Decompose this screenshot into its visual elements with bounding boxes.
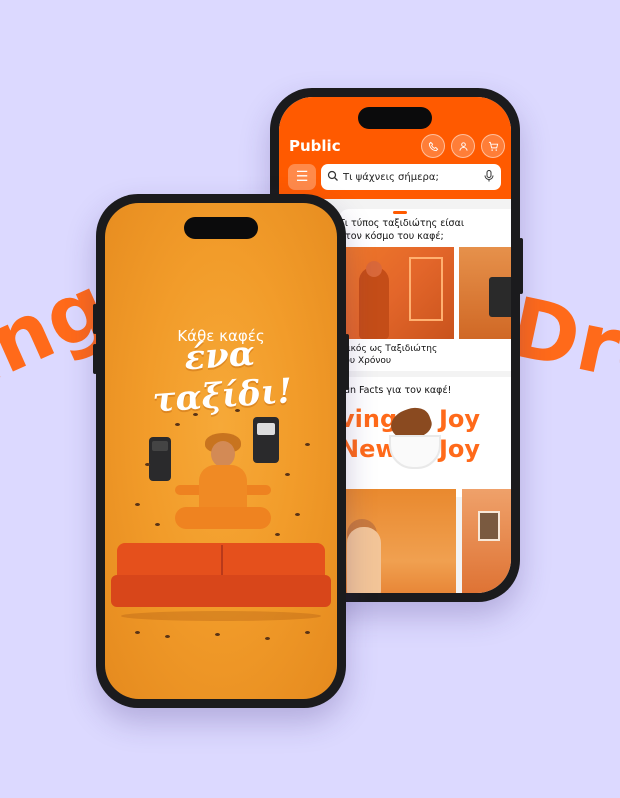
- coffee-machine-left: [149, 437, 171, 481]
- man-head: [211, 441, 235, 467]
- coffee-machine-right: [253, 417, 279, 463]
- dynamic-island: [358, 107, 432, 129]
- side-button: [93, 344, 97, 374]
- story-images[interactable]: [339, 489, 511, 593]
- levitating-man-illustration: [105, 403, 337, 699]
- quiz-image-woman[interactable]: [339, 247, 454, 339]
- sofa-seat: [111, 575, 331, 607]
- coffee-cup-icon: [389, 435, 441, 469]
- banner-word: ving: [339, 405, 398, 433]
- story-image-woman[interactable]: [339, 489, 456, 593]
- search-bar[interactable]: [321, 164, 501, 190]
- public-logo[interactable]: Public: [289, 137, 341, 155]
- banner-word: Joy: [439, 405, 481, 433]
- dynamic-island: [184, 217, 258, 239]
- user-icon[interactable]: [451, 134, 475, 158]
- side-button: [345, 334, 349, 390]
- man-legs: [175, 507, 271, 529]
- phone-icon[interactable]: [421, 134, 445, 158]
- background-word-right: Dre: [502, 280, 620, 408]
- banner-word: Joy: [439, 435, 481, 463]
- fun-facts-banner[interactable]: ving Joy New Joy: [339, 405, 489, 481]
- quiz-card-caption: ...ικός ως Ταξιδιώτης του Χρόνου: [339, 344, 438, 366]
- quiz-image-coffee-machine[interactable]: [459, 247, 511, 339]
- sofa-shadow: [121, 611, 321, 621]
- fun-facts-card[interactable]: Fun Facts για τον καφέ! ving Joy New Joy: [339, 377, 511, 497]
- quiz-card-title: Τι τύπος ταξιδιώτης είσαι στον κόσμο του…: [339, 218, 465, 242]
- side-button: [93, 304, 97, 334]
- story-image-room[interactable]: [462, 489, 511, 593]
- carousel-indicator: [393, 211, 407, 214]
- quiz-card[interactable]: Τι τύπος ταξιδιώτης είσαι στον κόσμο του…: [339, 209, 511, 371]
- search-icon: [327, 170, 339, 185]
- side-button: [519, 238, 523, 294]
- menu-button[interactable]: ☰: [288, 164, 316, 190]
- search-input[interactable]: [343, 171, 473, 183]
- front-phone: Κάθε καφές ένα ταξίδι!: [93, 194, 349, 708]
- hamburger-icon: ☰: [295, 169, 309, 185]
- poster-screen: Κάθε καφές ένα ταξίδι!: [105, 203, 337, 699]
- microphone-icon[interactable]: [484, 169, 494, 185]
- fun-facts-title: Fun Facts για τον καφέ!: [339, 385, 452, 396]
- cart-icon[interactable]: [481, 134, 505, 158]
